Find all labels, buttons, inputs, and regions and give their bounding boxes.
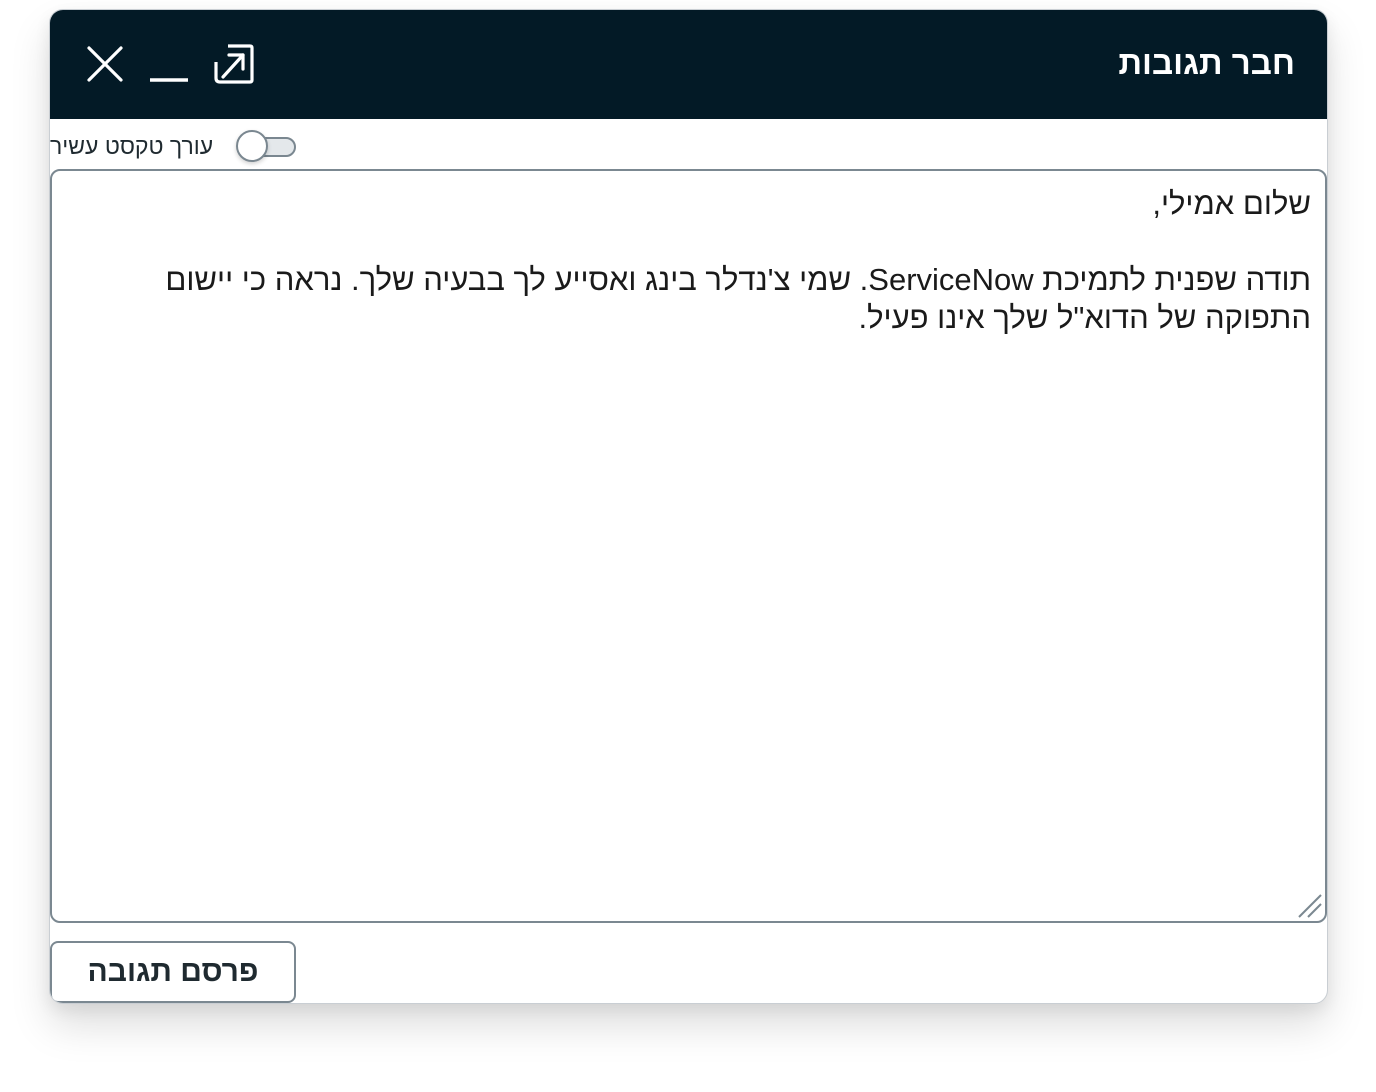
rich-text-editor-row: עורך טקסט עשיר <box>50 119 310 173</box>
resize-grip-icon[interactable] <box>1297 893 1323 919</box>
reply-greeting: שלום אמילי, <box>1152 186 1311 221</box>
rich-text-editor-label: עורך טקסט עשיר <box>50 133 214 159</box>
minimize-icon <box>150 78 188 82</box>
close-icon <box>87 46 123 82</box>
popout-button[interactable] <box>211 42 255 86</box>
post-reply-button[interactable]: פרסם תגובה <box>50 941 296 1003</box>
close-button[interactable] <box>83 42 127 86</box>
window-titlebar: חבר תגובות <box>50 10 1327 119</box>
reply-body: תודה שפנית לתמיכת ServiceNow. שמי צ'נדלר… <box>165 262 1311 335</box>
reply-textarea[interactable]: שלום אמילי, תודה שפנית לתמיכת ServiceNow… <box>50 169 1327 923</box>
popout-icon <box>214 44 254 84</box>
rich-text-editor-toggle[interactable] <box>236 130 298 162</box>
compose-replies-window: חבר תגובות עורך טקסט עשיר שלום אמילי, תו… <box>49 9 1328 1004</box>
window-title: חבר תגובות <box>1118 44 1295 81</box>
minimize-button[interactable] <box>147 42 191 86</box>
toggle-knob <box>236 130 268 162</box>
